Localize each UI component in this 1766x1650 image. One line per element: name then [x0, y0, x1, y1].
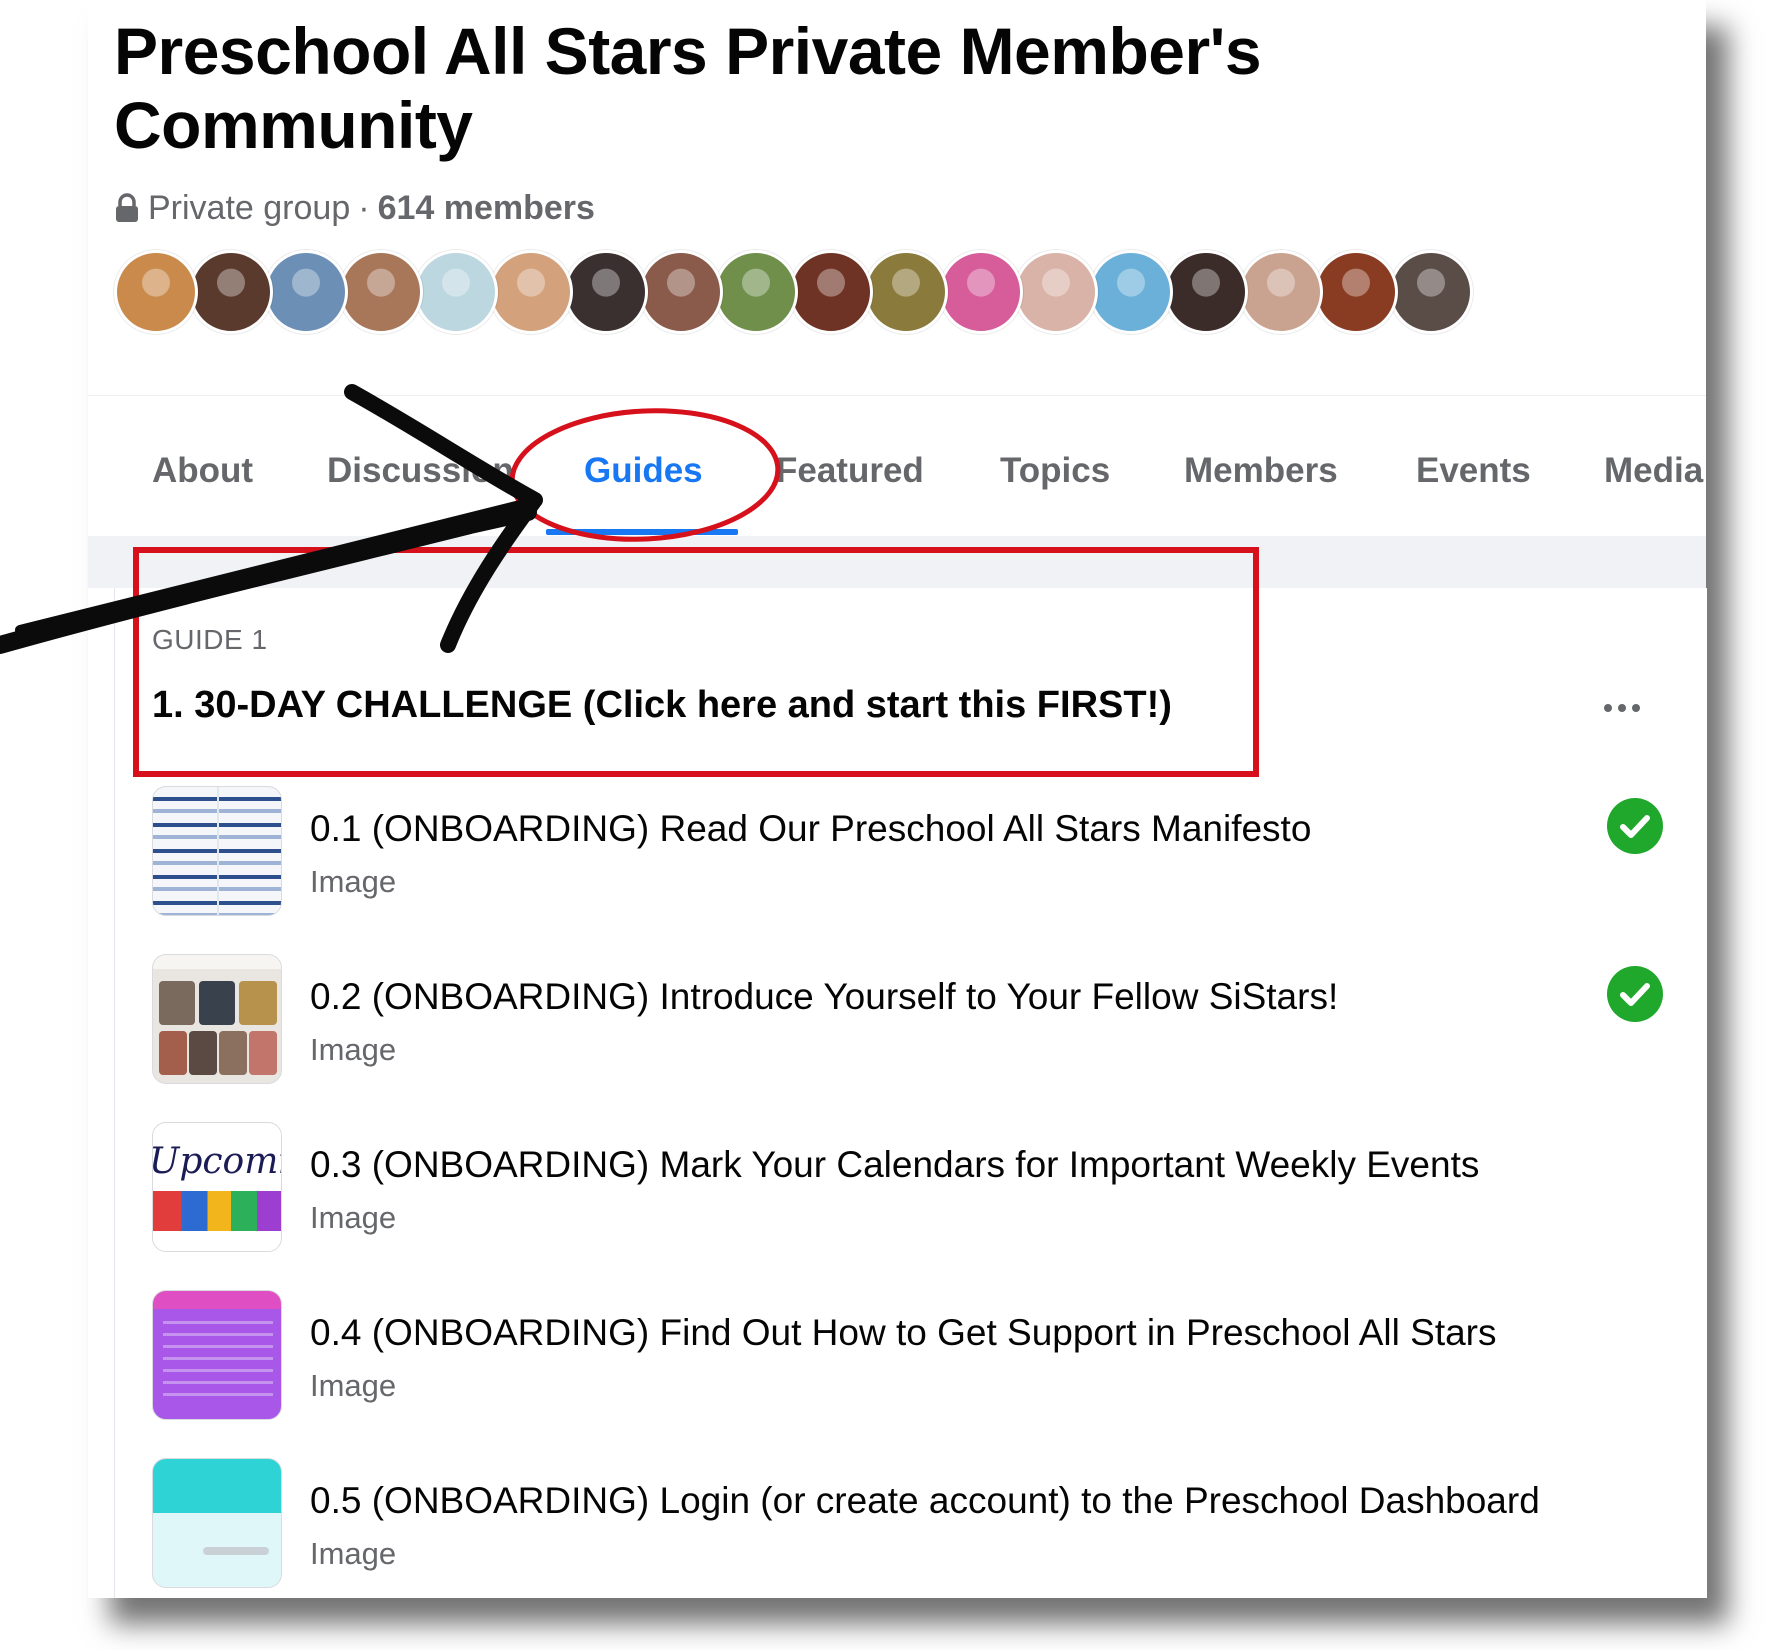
member-avatar[interactable]	[1314, 250, 1398, 334]
item-thumbnail	[152, 786, 282, 916]
item-title: 0.2 (ONBOARDING) Introduce Yourself to Y…	[310, 976, 1339, 1017]
tab-discussion[interactable]: Discussion	[327, 446, 514, 496]
member-avatar[interactable]	[489, 250, 573, 334]
member-avatar[interactable]	[339, 250, 423, 334]
guide-label: GUIDE 1	[152, 624, 268, 655]
item-type: Image	[310, 1368, 397, 1403]
member-avatar[interactable]	[789, 250, 873, 334]
content-divider	[88, 536, 1706, 588]
tab-members[interactable]: Members	[1184, 446, 1338, 496]
tab-guides[interactable]: Guides	[584, 446, 703, 496]
item-thumbnail	[152, 1290, 282, 1420]
guide-item[interactable]: 0.4 (ONBOARDING) Find Out How to Get Sup…	[152, 1290, 1692, 1422]
active-tab-indicator	[546, 529, 738, 535]
member-avatar[interactable]	[1239, 250, 1323, 334]
item-title: 0.3 (ONBOARDING) Mark Your Calendars for…	[310, 1144, 1480, 1185]
tab-events[interactable]: Events	[1416, 446, 1531, 496]
lock-icon	[114, 193, 140, 223]
item-type: Image	[310, 1032, 397, 1067]
member-avatars[interactable]	[114, 250, 1473, 336]
member-count[interactable]: 614 members	[378, 189, 595, 228]
group-title[interactable]: Preschool All Stars Private Member's Com…	[114, 14, 1414, 162]
member-avatar[interactable]	[414, 250, 498, 334]
tab-featured[interactable]: Featured	[776, 446, 924, 496]
member-avatar[interactable]	[189, 250, 273, 334]
guide-item[interactable]: 0.1 (ONBOARDING) Read Our Preschool All …	[152, 786, 1692, 918]
item-type: Image	[310, 1200, 397, 1235]
completed-check-icon	[1607, 966, 1663, 1022]
more-options-button[interactable]	[1598, 688, 1646, 728]
member-avatar[interactable]	[1014, 250, 1098, 334]
guide-item[interactable]: 0.5 (ONBOARDING) Login (or create accoun…	[152, 1458, 1692, 1590]
guide-item[interactable]: Upcomin 0.3 (ONBOARDING) Mark Your Calen…	[152, 1122, 1692, 1254]
item-type: Image	[310, 864, 397, 899]
member-avatar[interactable]	[564, 250, 648, 334]
tab-topics[interactable]: Topics	[1000, 446, 1110, 496]
item-thumbnail	[152, 1458, 282, 1588]
tab-media[interactable]: Media	[1604, 446, 1704, 496]
completed-check-icon	[1607, 798, 1663, 854]
member-avatar[interactable]	[1389, 250, 1473, 334]
item-thumbnail	[152, 954, 282, 1084]
guides-panel	[114, 588, 1707, 1598]
item-type: Image	[310, 1536, 397, 1571]
member-avatar[interactable]	[1164, 250, 1248, 334]
member-avatar[interactable]	[639, 250, 723, 334]
meta-separator: ·	[358, 188, 370, 227]
guide-title[interactable]: 1. 30-DAY CHALLENGE (Click here and star…	[152, 684, 1172, 727]
tab-about[interactable]: About	[152, 446, 253, 496]
member-avatar[interactable]	[714, 250, 798, 334]
member-avatar[interactable]	[939, 250, 1023, 334]
item-title: 0.1 (ONBOARDING) Read Our Preschool All …	[310, 808, 1312, 849]
member-avatar[interactable]	[264, 250, 348, 334]
more-horizontal-icon	[1604, 704, 1612, 712]
member-avatar[interactable]	[1089, 250, 1173, 334]
item-thumbnail: Upcomin	[152, 1122, 282, 1252]
guide-item[interactable]: 0.2 (ONBOARDING) Introduce Yourself to Y…	[152, 954, 1692, 1086]
privacy-label[interactable]: Private group	[148, 189, 350, 228]
group-meta: Private group · 614 members	[114, 186, 595, 230]
item-title: 0.5 (ONBOARDING) Login (or create accoun…	[310, 1480, 1540, 1521]
item-title: 0.4 (ONBOARDING) Find Out How to Get Sup…	[310, 1312, 1497, 1353]
member-avatar[interactable]	[864, 250, 948, 334]
member-avatar[interactable]	[114, 250, 198, 334]
